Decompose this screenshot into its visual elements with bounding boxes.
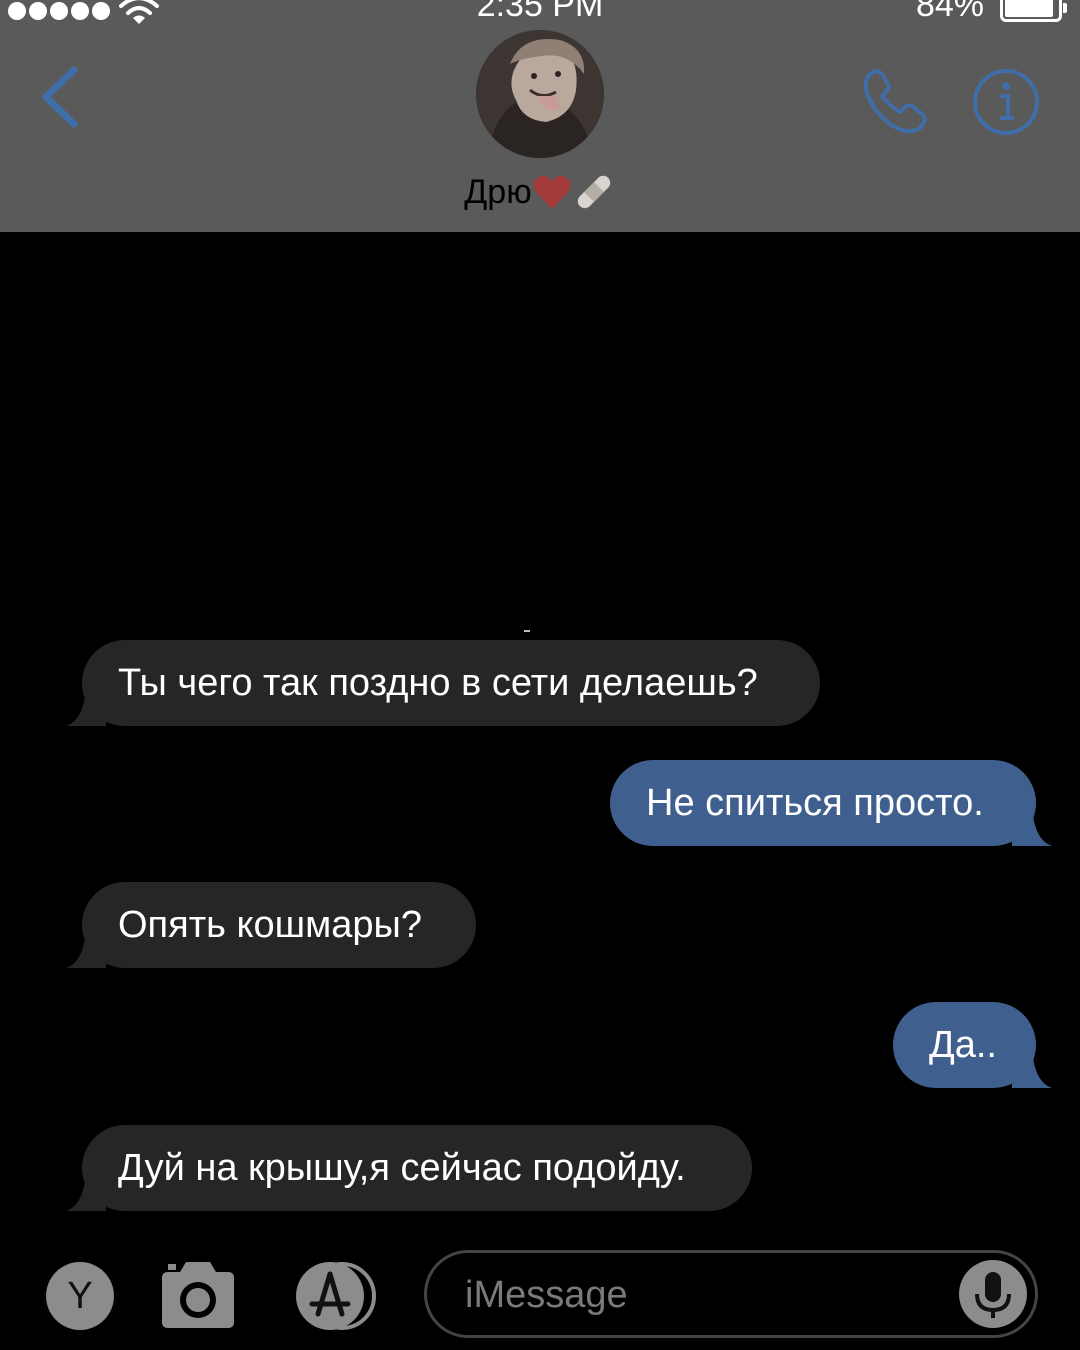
contact-avatar[interactable] [476, 30, 604, 158]
contact-name[interactable]: Дрю [0, 170, 1080, 214]
microphone-icon [975, 1272, 1011, 1318]
battery-icon [1000, 0, 1067, 22]
info-icon[interactable] [970, 66, 1042, 138]
bubble-tail [66, 686, 106, 726]
app-store-icon[interactable] [290, 1260, 382, 1332]
microphone-button[interactable] [959, 1260, 1027, 1328]
bubble-tail [66, 928, 106, 968]
incoming-message[interactable]: Ты чего так поздно в сети делаешь? [66, 640, 820, 726]
bubble-tail [1012, 1048, 1052, 1088]
message-input-container[interactable] [424, 1250, 1038, 1338]
message-text: Дуй на крышу,я сейчас подойду. [118, 1147, 686, 1189]
contact-name-text: Дрю [464, 172, 532, 211]
message-text: Не спиться просто. [646, 782, 984, 824]
bubble-tail [66, 1171, 106, 1211]
avatar-image [476, 30, 604, 158]
divider [524, 630, 530, 632]
battery-percent: 84% [915, 0, 984, 24]
outgoing-message[interactable]: Да.. [893, 1002, 1052, 1088]
camera-icon[interactable] [158, 1258, 238, 1332]
bubble-tail [1012, 806, 1052, 846]
status-bar: 2:35 PM 84% [0, 0, 1080, 34]
message-text: Ты чего так поздно в сети делаешь? [118, 662, 758, 704]
conversation-header: 2:35 PM 84% Дрю [0, 0, 1080, 232]
phone-icon[interactable] [856, 64, 932, 140]
bandage-icon [577, 175, 610, 209]
outgoing-message[interactable]: Не спиться просто. [610, 760, 1052, 846]
message-text: Да.. [929, 1024, 997, 1066]
incoming-message[interactable]: Опять кошмары? [66, 882, 476, 968]
message-input[interactable] [463, 1253, 947, 1337]
back-chevron-icon[interactable] [30, 62, 90, 132]
message-list[interactable]: Ты чего так поздно в сети делаешь? Не сп… [0, 232, 1080, 1232]
incoming-message[interactable]: Дуй на крышу,я сейчас подойду. [66, 1125, 752, 1211]
app-drawer-button[interactable]: Y [46, 1262, 114, 1330]
message-text: Опять кошмары? [118, 904, 422, 946]
red-heart-icon [533, 175, 571, 209]
compose-bar: Y [0, 1240, 1080, 1350]
